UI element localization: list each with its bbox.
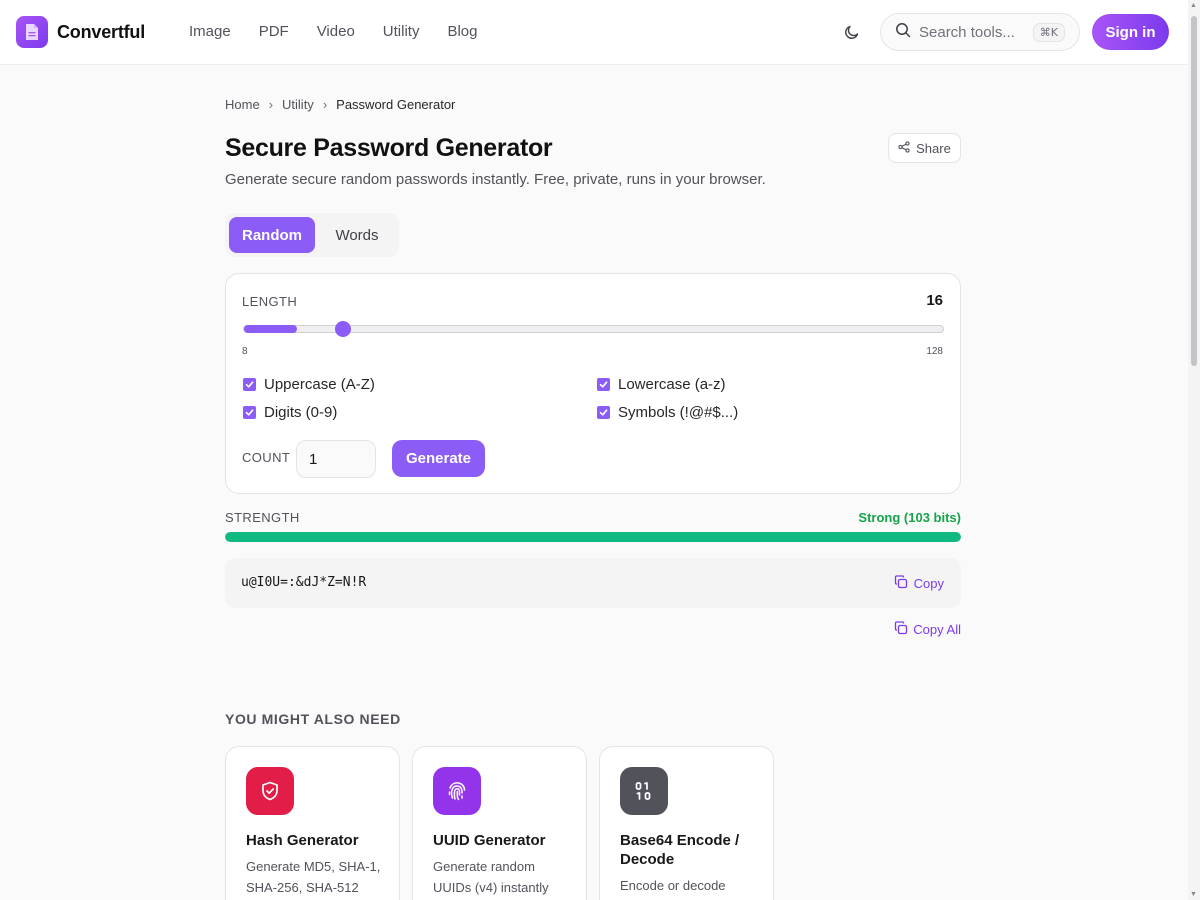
search-bar[interactable]: Search tools... ⌘K (880, 13, 1080, 51)
nav-utility[interactable]: Utility (383, 23, 420, 40)
strength-meter (225, 532, 961, 542)
fingerprint-icon (433, 767, 481, 815)
chevron-right-icon: › (268, 97, 274, 112)
scroll-down-arrow-icon[interactable]: ▼ (1190, 891, 1197, 898)
tab-words[interactable]: Words (321, 217, 393, 253)
copy-icon (894, 575, 908, 592)
share-button[interactable]: Share (888, 133, 961, 163)
count-label: COUNT (242, 450, 291, 465)
breadcrumb-home[interactable]: Home (225, 97, 260, 112)
nav-video[interactable]: Video (317, 23, 355, 40)
length-value: 16 (926, 292, 943, 309)
copy-all-label: Copy All (913, 622, 961, 637)
chevron-right-icon: › (322, 97, 328, 112)
share-icon (898, 140, 910, 156)
scrollbar-thumb[interactable] (1191, 16, 1197, 366)
sign-in-button[interactable]: Sign in (1092, 14, 1169, 50)
option-lowercase[interactable]: Lowercase (a-z) (597, 376, 726, 393)
checkbox-checked-icon[interactable] (597, 406, 610, 419)
breadcrumb-utility[interactable]: Utility (282, 97, 314, 112)
related-card-hash[interactable]: Hash Generator Generate MD5, SHA-1, SHA-… (225, 746, 400, 900)
related-section-title: YOU MIGHT ALSO NEED (225, 711, 401, 727)
length-min: 8 (242, 346, 248, 357)
related-card-title: UUID Generator (433, 832, 546, 849)
nav-blog[interactable]: Blog (447, 23, 477, 40)
related-card-title: Hash Generator (246, 832, 359, 849)
related-card-description: Encode or decode (620, 878, 726, 893)
brand-logo[interactable]: Convertful (16, 16, 145, 48)
option-uppercase[interactable]: Uppercase (A-Z) (243, 376, 375, 393)
breadcrumb-current: Password Generator (336, 97, 456, 112)
related-card-title: Base64 Encode / Decode (620, 832, 740, 868)
length-label: LENGTH (242, 294, 298, 309)
related-card-base64[interactable]: Base64 Encode / Decode Encode or decode (599, 746, 774, 900)
search-placeholder: Search tools... (919, 23, 1015, 41)
page-subtitle: Generate secure random passwords instant… (225, 171, 766, 188)
copy-button[interactable]: Copy (894, 575, 944, 592)
tab-random[interactable]: Random (229, 217, 315, 253)
option-symbols[interactable]: Symbols (!@#$...) (597, 404, 738, 421)
copy-label: Copy (913, 576, 944, 591)
shield-check-icon (246, 767, 294, 815)
option-label: Symbols (!@#$...) (618, 404, 739, 421)
option-digits[interactable]: Digits (0-9) (243, 404, 337, 421)
scroll-up-arrow-icon[interactable]: ▲ (1190, 2, 1197, 9)
length-slider-fill (244, 325, 297, 333)
generated-password[interactable]: u@I0U=:&dJ*Z=N!R (241, 575, 366, 590)
option-label: Digits (0-9) (264, 404, 338, 421)
length-slider-thumb[interactable] (334, 321, 351, 337)
page-scrollbar[interactable]: ▲ ▼ (1188, 0, 1200, 900)
binary-icon (620, 767, 668, 815)
main-nav: Image PDF Video Utility Blog (189, 23, 478, 40)
count-input[interactable]: 1 (296, 440, 376, 478)
copy-all-button[interactable]: Copy All (894, 621, 961, 638)
nav-image[interactable]: Image (189, 23, 231, 40)
search-shortcut-badge: ⌘K (1032, 22, 1065, 42)
checkbox-checked-icon[interactable] (243, 378, 256, 391)
strength-label: STRENGTH (225, 510, 300, 525)
checkbox-checked-icon[interactable] (243, 406, 256, 419)
moon-icon[interactable] (840, 20, 864, 44)
page-title: Secure Password Generator (225, 134, 553, 162)
related-card-uuid[interactable]: UUID Generator Generate random UUIDs (v4… (412, 746, 587, 900)
checkbox-checked-icon[interactable] (597, 378, 610, 391)
share-label: Share (916, 140, 951, 156)
length-slider[interactable] (243, 321, 944, 337)
related-card-description: Generate MD5, SHA-1, SHA-256, SHA-512 (246, 859, 381, 895)
option-label: Uppercase (A-Z) (264, 376, 375, 393)
strength-meter-fill (225, 532, 961, 542)
mode-tabs: Random Words (225, 213, 399, 257)
option-label: Lowercase (a-z) (618, 376, 726, 393)
breadcrumb: Home › Utility › Password Generator (225, 97, 455, 112)
related-card-description: Generate random UUIDs (v4) instantly (433, 859, 549, 895)
settings-card: LENGTH 16 8 128 Uppercase (A-Z) Lowercas… (225, 273, 961, 494)
file-logo-icon (16, 16, 48, 48)
brand-name: Convertful (57, 21, 146, 42)
strength-value: Strong (103 bits) (858, 510, 961, 525)
password-result: u@I0U=:&dJ*Z=N!R Copy (225, 558, 961, 608)
search-icon (895, 22, 911, 43)
length-max: 128 (926, 346, 943, 357)
top-header: Convertful Image PDF Video Utility Blog … (0, 0, 1200, 65)
nav-pdf[interactable]: PDF (259, 23, 289, 40)
generate-button[interactable]: Generate (392, 440, 485, 477)
copy-icon (894, 621, 908, 638)
